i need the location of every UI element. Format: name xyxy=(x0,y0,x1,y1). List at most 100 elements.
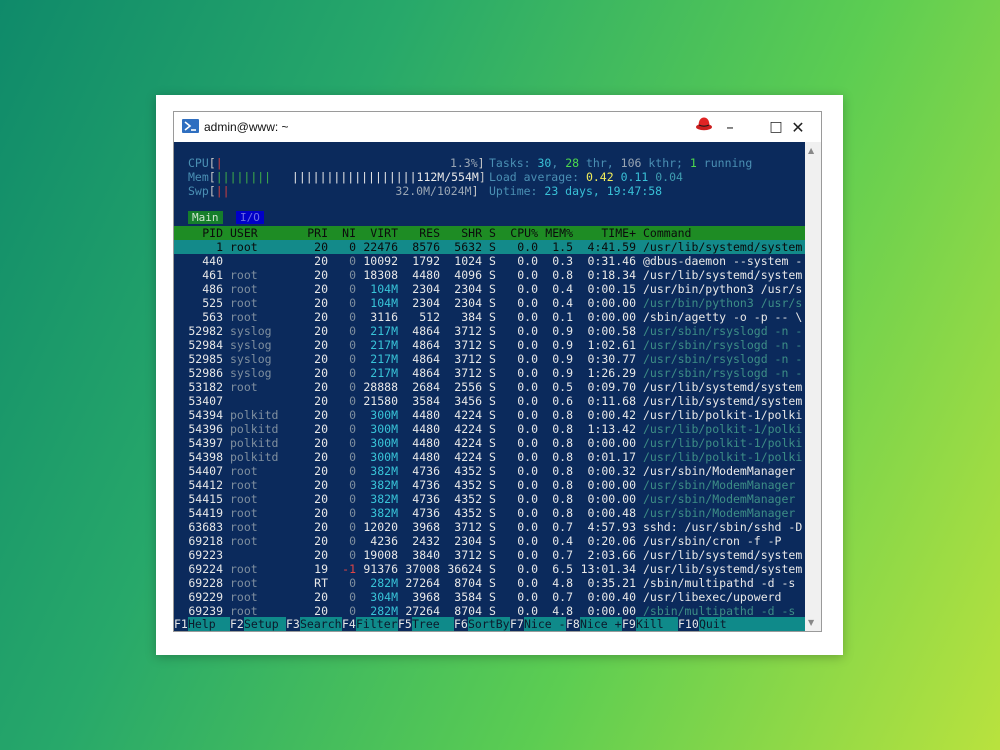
process-row[interactable]: 54419 root 20 0 382M 4736 4352 S 0.0 0.8 0:00.48/u… xyxy=(174,506,805,520)
fkey-label[interactable]: Nice - xyxy=(524,617,566,631)
fkey-f7[interactable]: F7 xyxy=(510,617,524,631)
cell-user: syslog xyxy=(230,338,272,352)
cell-time: 0:00.42 xyxy=(587,408,636,422)
cell-pri: 20 xyxy=(314,394,328,408)
cell-s: S xyxy=(489,254,496,268)
fkey-label[interactable]: Help xyxy=(188,617,216,631)
cpu-bar: | xyxy=(215,156,223,170)
fkey-label[interactable]: Tree xyxy=(412,617,440,631)
cell-s: S xyxy=(489,408,496,422)
process-row[interactable]: 52986 syslog 20 0 217M 4864 3712 S 0.0 0.9 1:26.29… xyxy=(174,366,805,380)
fkey-f10[interactable]: F10 xyxy=(678,617,699,631)
cell-cpu: 0.0 xyxy=(517,520,538,534)
cell-mem: 0.7 xyxy=(552,590,573,604)
minimize-button[interactable]: – xyxy=(707,112,753,142)
fkey-f5[interactable]: F5 xyxy=(398,617,412,631)
process-row[interactable]: 53182 root 20 0 28888 2684 2556 S 0.0 0.5 0:09.70 /… xyxy=(174,380,805,394)
terminal-area[interactable]: CPU[| 1.3%] Mem[|||||||| ||||||||||||||||… xyxy=(174,142,821,631)
process-table-header: PID USER PRI NI VIRT RES SHR S CPU% MEM%… xyxy=(174,226,805,240)
cell-cmd: /usr/lib/polkit-1/polki xyxy=(643,408,803,422)
col-user[interactable]: USER xyxy=(230,226,258,240)
fkey-label[interactable]: Setup xyxy=(244,617,279,631)
fkey-label[interactable]: Search xyxy=(300,617,342,631)
col-state[interactable]: S xyxy=(489,226,496,240)
col-mem[interactable]: MEM% xyxy=(538,226,573,240)
cell-shr: 3712 xyxy=(454,548,482,562)
process-row[interactable]: 69224 root 19 -1 91376 37008 36624 S 0.0 6.5 13:01… xyxy=(174,562,805,576)
col-command[interactable]: Command xyxy=(643,226,691,240)
fkey-label[interactable]: Filter xyxy=(356,617,398,631)
cell-user: polkitd xyxy=(230,436,279,450)
process-row[interactable]: 53407 20 0 21580 3584 3456 S 0.0 0.6 0:11.68/usr/… xyxy=(174,394,805,408)
fkey-f1[interactable]: F1 xyxy=(174,617,188,631)
process-row[interactable]: 69228 root RT 0 282M 27264 8704 S 0.0 4.8 0:35.21 /… xyxy=(174,576,805,590)
process-row[interactable]: 54398 polkitd 20 0 300M 4480 4224 S 0.0 0.8 0:01.1… xyxy=(174,450,805,464)
cell-res: 4480 xyxy=(412,268,440,282)
close-button[interactable]: ✕ xyxy=(775,112,821,142)
cell-shr: 4352 xyxy=(454,492,482,506)
fkey-label[interactable]: Nice + xyxy=(580,617,622,631)
col-cpu[interactable]: CPU% xyxy=(503,226,538,240)
terminal-window: admin@www: ~ – □ ✕ CPU[| 1.3%] Mem[||||||… xyxy=(173,111,822,632)
tab-io[interactable]: I/O xyxy=(236,211,264,224)
cell-res: 4864 xyxy=(412,366,440,380)
cell-pid: 69218 xyxy=(188,534,223,548)
process-row[interactable]: 52982 syslog 20 0 217M 4864 3712 S 0.0 0.9 0:00.58… xyxy=(174,324,805,338)
process-row[interactable]: 54397 polkitd 20 0 300M 4480 4224 S 0.0 0.8 0:00.0… xyxy=(174,436,805,450)
cell-ni: 0 xyxy=(349,282,356,296)
cell-pid: 1 xyxy=(216,240,223,254)
process-row[interactable]: 54396 polkitd 20 0 300M 4480 4224 S 0.0 0.8 1:13.4… xyxy=(174,422,805,436)
process-row[interactable]: 54412 root 20 0 382M 4736 4352 S 0.0 0.8 0:00.00/u… xyxy=(174,478,805,492)
process-row[interactable]: 486 root 20 0 104M 2304 2304 S 0.0 0.4 0:00.15/usr… xyxy=(174,282,805,296)
col-ni[interactable]: NI xyxy=(335,226,356,240)
fkey-f6[interactable]: F6 xyxy=(454,617,468,631)
fkey-f9[interactable]: F9 xyxy=(622,617,636,631)
process-row[interactable]: 52984 syslog 20 0 217M 4864 3712 S 0.0 0.9 1:02.61… xyxy=(174,338,805,352)
cell-ni: 0 xyxy=(349,380,356,394)
process-row[interactable]: 440 20 0 10092 1792 1024 S 0.0 0.3 0:31.46 @dbus-d… xyxy=(174,254,805,268)
cell-cpu: 0.0 xyxy=(517,296,538,310)
cell-mem: 0.8 xyxy=(552,506,573,520)
cell-s: S xyxy=(489,464,496,478)
process-row[interactable]: 69239 root 20 0 282M 27264 8704 S 0.0 4.8 0:00.00 /… xyxy=(174,604,805,618)
process-row[interactable]: 54394 polkitd 20 0 300M 4480 4224 S 0.0 0.8 0:00.4… xyxy=(174,408,805,422)
cell-cmd: /usr/libexec/upowerd xyxy=(643,590,782,604)
process-row[interactable]: 63683 root 20 0 12020 3968 3712 S 0.0 0.7 4:57.93 s… xyxy=(174,520,805,534)
fkey-f8[interactable]: F8 xyxy=(566,617,580,631)
title-bar[interactable]: admin@www: ~ – □ ✕ xyxy=(174,112,821,142)
cell-res: 3968 xyxy=(412,590,440,604)
process-row[interactable]: 69229 root 20 0 304M 3968 3584 S 0.0 0.7 0:00.40/u… xyxy=(174,590,805,604)
process-row[interactable]: 54407 root 20 0 382M 4736 4352 S 0.0 0.8 0:00.32/u… xyxy=(174,464,805,478)
process-row[interactable]: 525 root 20 0 104M 2304 2304 S 0.0 0.4 0:00.00/usr… xyxy=(174,296,805,310)
cell-pid: 53407 xyxy=(188,394,223,408)
cell-pri: 20 xyxy=(314,338,328,352)
col-pid[interactable]: PID xyxy=(188,226,223,240)
fkey-label[interactable]: SortBy xyxy=(468,617,510,631)
process-row[interactable]: 54415 root 20 0 382M 4736 4352 S 0.0 0.8 0:00.00/u… xyxy=(174,492,805,506)
fkey-f2[interactable]: F2 xyxy=(230,617,244,631)
scroll-down-icon[interactable]: ▼ xyxy=(808,618,814,627)
process-row[interactable]: 69218 root 20 0 4236 2432 2304 S 0.0 0.4 0:20.06/u… xyxy=(174,534,805,548)
process-row[interactable]: 52985 syslog 20 0 217M 4864 3712 S 0.0 0.9 0:30.77… xyxy=(174,352,805,366)
col-virt[interactable]: VIRT xyxy=(356,226,398,240)
process-row[interactable]: 1 root 20 0 22476 8576 5632 S 0.0 1.5 4:41.59/usr/… xyxy=(174,240,805,254)
process-row[interactable]: 461 root 20 0 18308 4480 4096 S 0.0 0.8 0:18.34/us… xyxy=(174,268,805,282)
col-shr[interactable]: SHR xyxy=(440,226,482,240)
col-time[interactable]: TIME+ xyxy=(573,226,636,240)
process-row[interactable]: 563 root 20 0 3116 512 384 S 0.0 0.1 0:00.00/sbin/… xyxy=(174,310,805,324)
cell-cmd: /usr/lib/systemd/system xyxy=(643,548,803,562)
tab-main[interactable]: Main xyxy=(188,211,223,224)
cell-shr: 5632 xyxy=(454,240,482,254)
fkey-label[interactable]: Quit xyxy=(699,617,727,631)
fkey-f4[interactable]: F4 xyxy=(342,617,356,631)
vertical-scrollbar[interactable]: ▲ ▼ xyxy=(805,142,821,631)
cell-mem: 0.4 xyxy=(552,282,573,296)
scroll-up-icon[interactable]: ▲ xyxy=(808,146,814,155)
col-pri[interactable]: PRI xyxy=(300,226,328,240)
fkey-f3[interactable]: F3 xyxy=(286,617,300,631)
process-row[interactable]: 69223 20 0 19008 3840 3712 S 0.0 0.7 2:03.66/usr/… xyxy=(174,548,805,562)
cell-s: S xyxy=(489,422,496,436)
col-res[interactable]: RES xyxy=(398,226,440,240)
cell-pid: 54397 xyxy=(188,436,223,450)
fkey-label[interactable]: Kill xyxy=(636,617,664,631)
